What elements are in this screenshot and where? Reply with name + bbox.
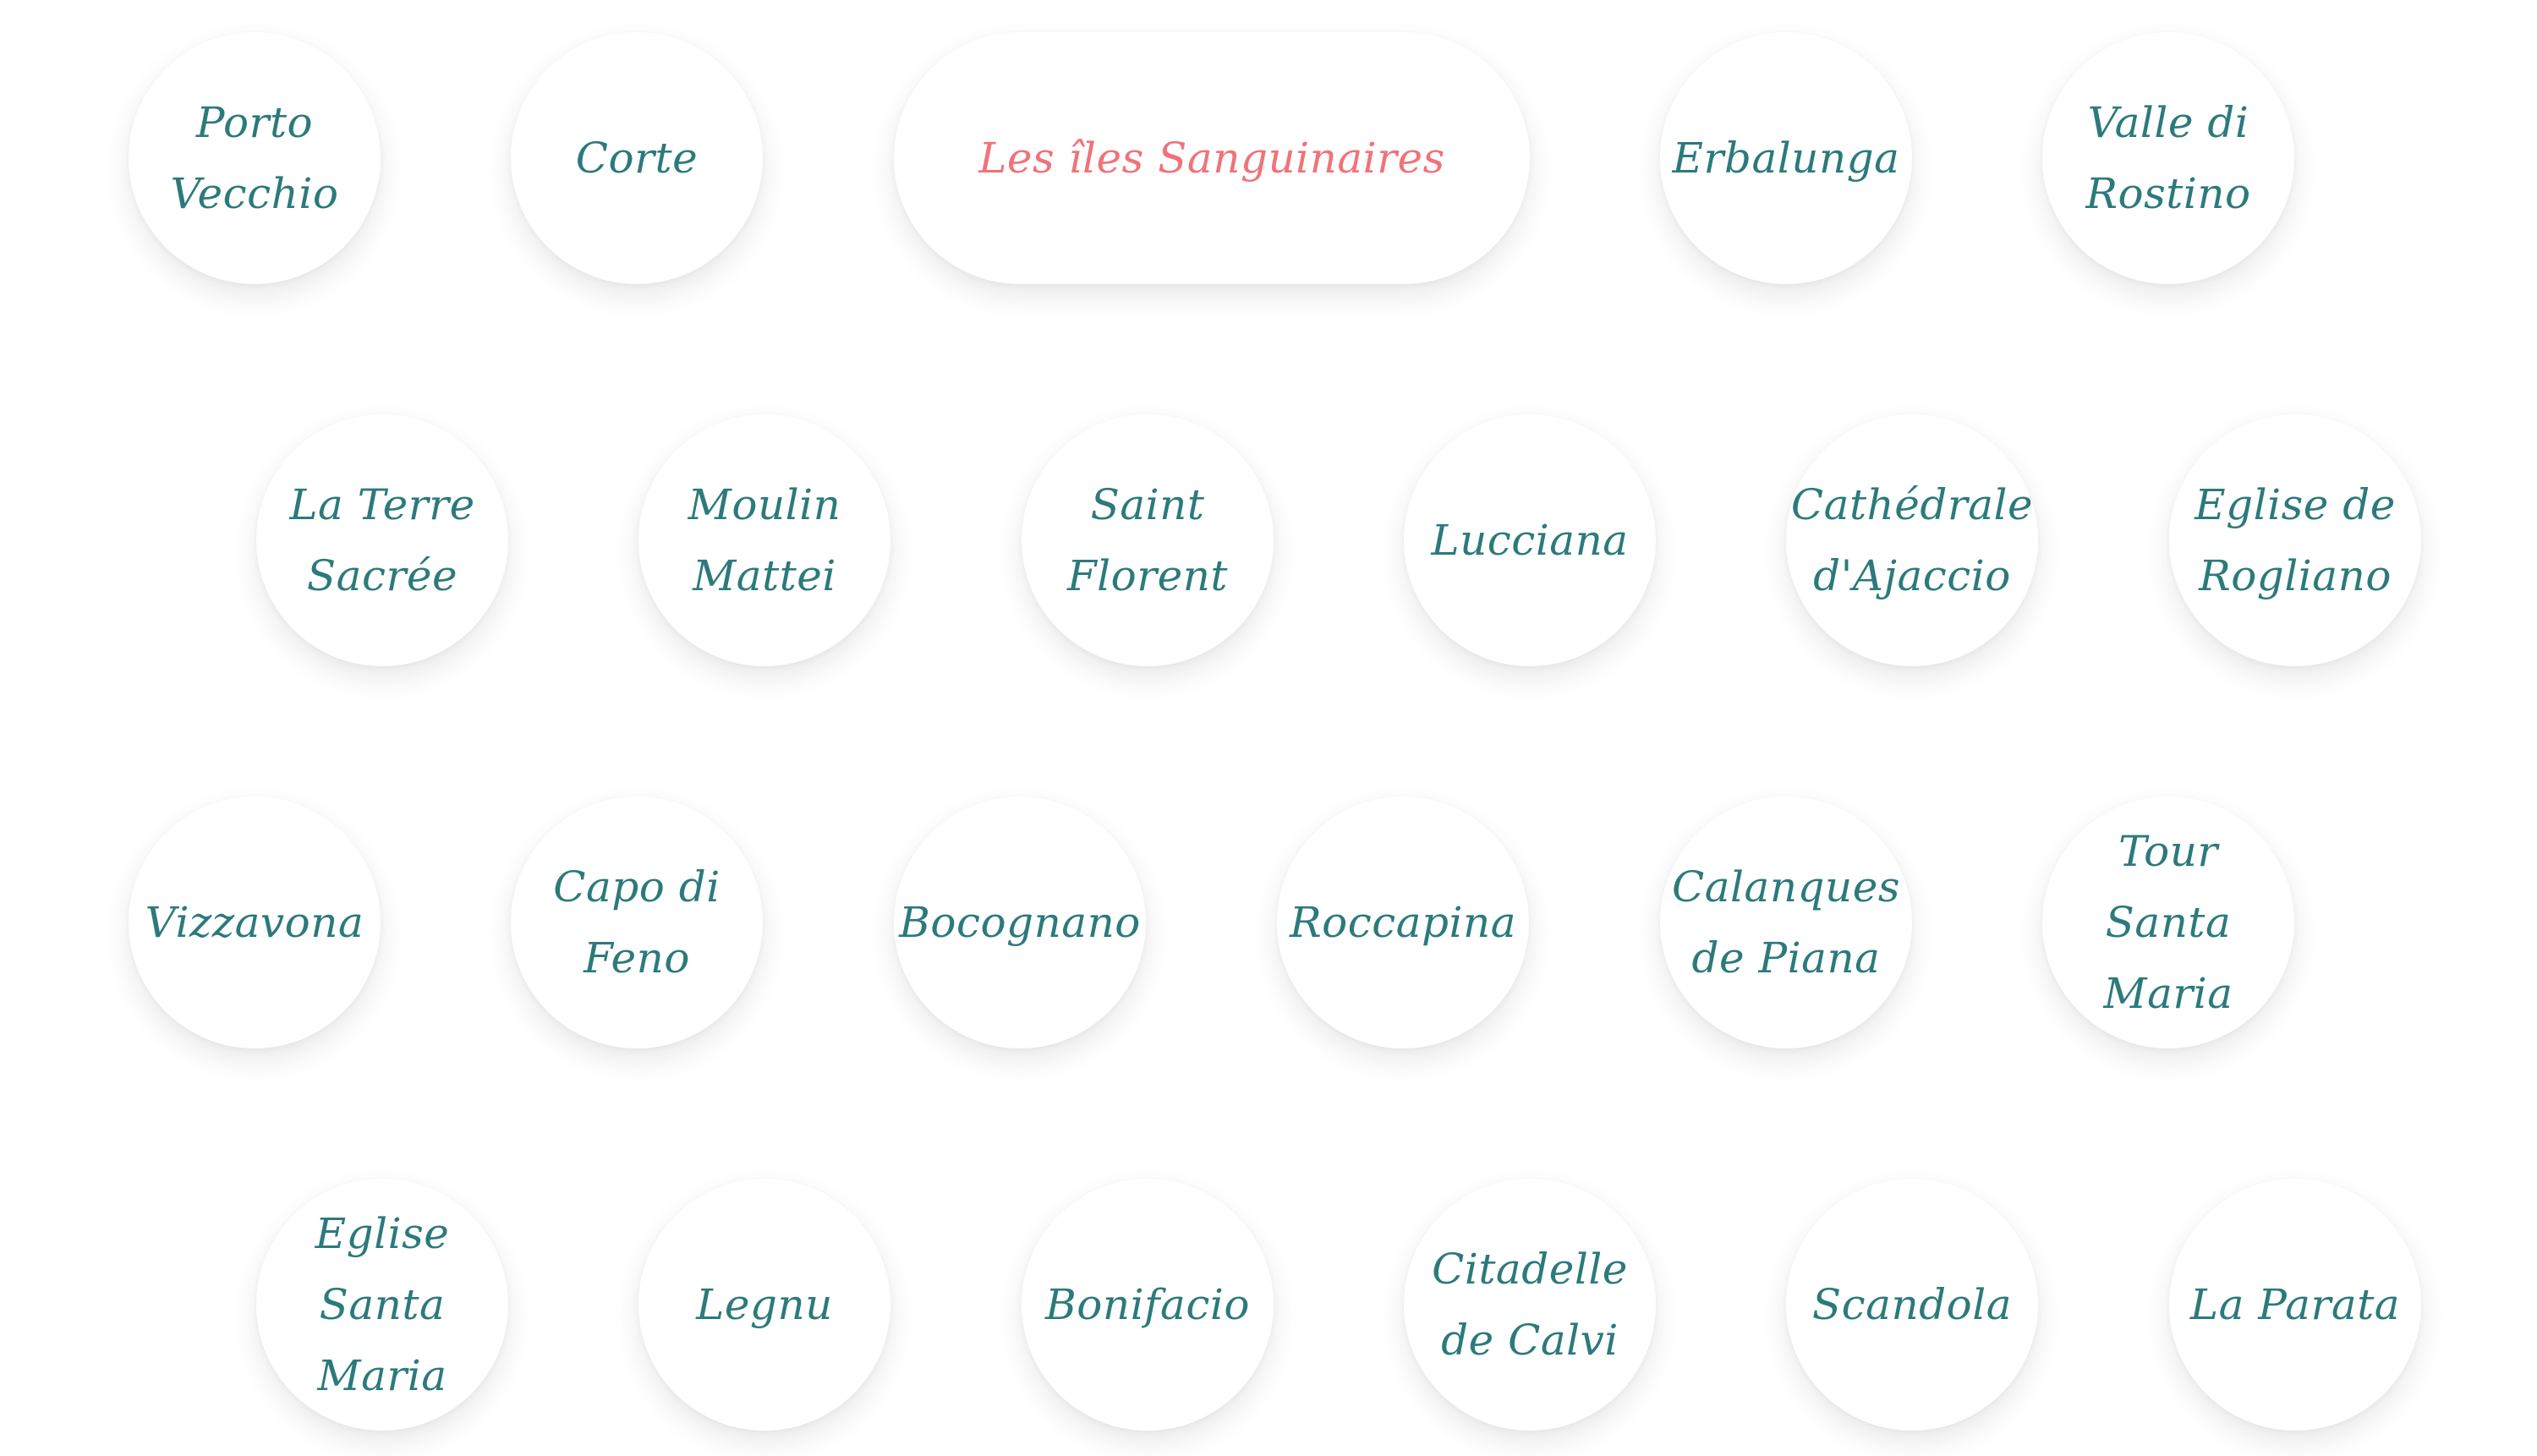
location-bubble-calanques-de-piana[interactable]: Calanques de Piana bbox=[1660, 796, 1912, 1048]
location-label-active: Les îles Sanguinaires bbox=[978, 134, 1445, 183]
location-label: Cathédrale d'Ajaccio bbox=[1790, 480, 2034, 600]
location-bubble-citadelle-de-calvi[interactable]: Citadelle de Calvi bbox=[1404, 1179, 1656, 1431]
location-label: Scandola bbox=[1811, 1280, 2013, 1329]
location-bubble-bonifacio[interactable]: Bonifacio bbox=[1022, 1179, 1274, 1431]
location-bubble-scandola[interactable]: Scandola bbox=[1786, 1179, 2038, 1431]
location-label: Citadelle de Calvi bbox=[1432, 1245, 1628, 1365]
location-label: Moulin Mattei bbox=[688, 480, 841, 600]
location-label: Saint Florent bbox=[1066, 480, 1229, 600]
location-bubble-eglise-santa-maria[interactable]: Eglise Santa Maria bbox=[256, 1179, 508, 1431]
location-bubble-roccapina[interactable]: Roccapina bbox=[1277, 796, 1529, 1048]
location-bubble-tour-santa-maria[interactable]: Tour Santa Maria bbox=[2042, 796, 2294, 1048]
location-bubble-erbalunga[interactable]: Erbalunga bbox=[1660, 32, 1912, 284]
location-bubble-les-iles-sanguinaires[interactable]: Les îles Sanguinaires bbox=[894, 32, 1530, 284]
location-bubble-corte[interactable]: Corte bbox=[511, 32, 763, 284]
location-label: La Terre Sacrée bbox=[289, 480, 475, 600]
location-bubble-cathedrale-dajaccio[interactable]: Cathédrale d'Ajaccio bbox=[1786, 414, 2038, 666]
location-bubble-vizzavona[interactable]: Vizzavona bbox=[129, 796, 381, 1048]
location-bubble-valle-di-rostino[interactable]: Valle di Rostino bbox=[2042, 32, 2294, 284]
location-label: Corte bbox=[575, 134, 699, 183]
location-bubble-la-terre-sacree[interactable]: La Terre Sacrée bbox=[256, 414, 508, 666]
location-label: Roccapina bbox=[1289, 898, 1517, 947]
location-bubble-porto-vecchio[interactable]: Porto Vecchio bbox=[129, 32, 381, 284]
location-label: Capo di Feno bbox=[553, 862, 721, 983]
location-label: Bonifacio bbox=[1045, 1280, 1250, 1329]
location-label: Bocognano bbox=[899, 898, 1141, 947]
location-bubble-capo-di-feno[interactable]: Capo di Feno bbox=[511, 796, 763, 1048]
location-label: Eglise Santa Maria bbox=[315, 1209, 450, 1400]
location-bubble-moulin-mattei[interactable]: Moulin Mattei bbox=[638, 414, 890, 666]
location-label: Porto Vecchio bbox=[170, 98, 339, 218]
location-label: Legnu bbox=[696, 1280, 833, 1329]
location-label: Calanques de Piana bbox=[1671, 862, 1901, 983]
location-label: Vizzavona bbox=[145, 898, 364, 947]
location-bubble-la-parata[interactable]: La Parata bbox=[2169, 1179, 2421, 1431]
location-bubble-saint-florent[interactable]: Saint Florent bbox=[1022, 414, 1274, 666]
location-bubble-bocognano[interactable]: Bocognano bbox=[894, 796, 1146, 1048]
location-bubble-legnu[interactable]: Legnu bbox=[638, 1179, 890, 1431]
location-bubble-eglise-de-rogliano[interactable]: Eglise de Rogliano bbox=[2169, 414, 2421, 666]
location-label: Valle di Rostino bbox=[2085, 98, 2251, 218]
location-label: Lucciana bbox=[1431, 516, 1629, 565]
location-grid: Porto Vecchio Corte Les îles Sanguinaire… bbox=[0, 0, 2537, 1456]
location-label: Tour Santa Maria bbox=[2103, 827, 2233, 1018]
location-label: Eglise de Rogliano bbox=[2195, 480, 2396, 600]
location-bubble-lucciana[interactable]: Lucciana bbox=[1404, 414, 1656, 666]
location-label: La Parata bbox=[2189, 1280, 2401, 1329]
location-label: Erbalunga bbox=[1672, 134, 1900, 183]
